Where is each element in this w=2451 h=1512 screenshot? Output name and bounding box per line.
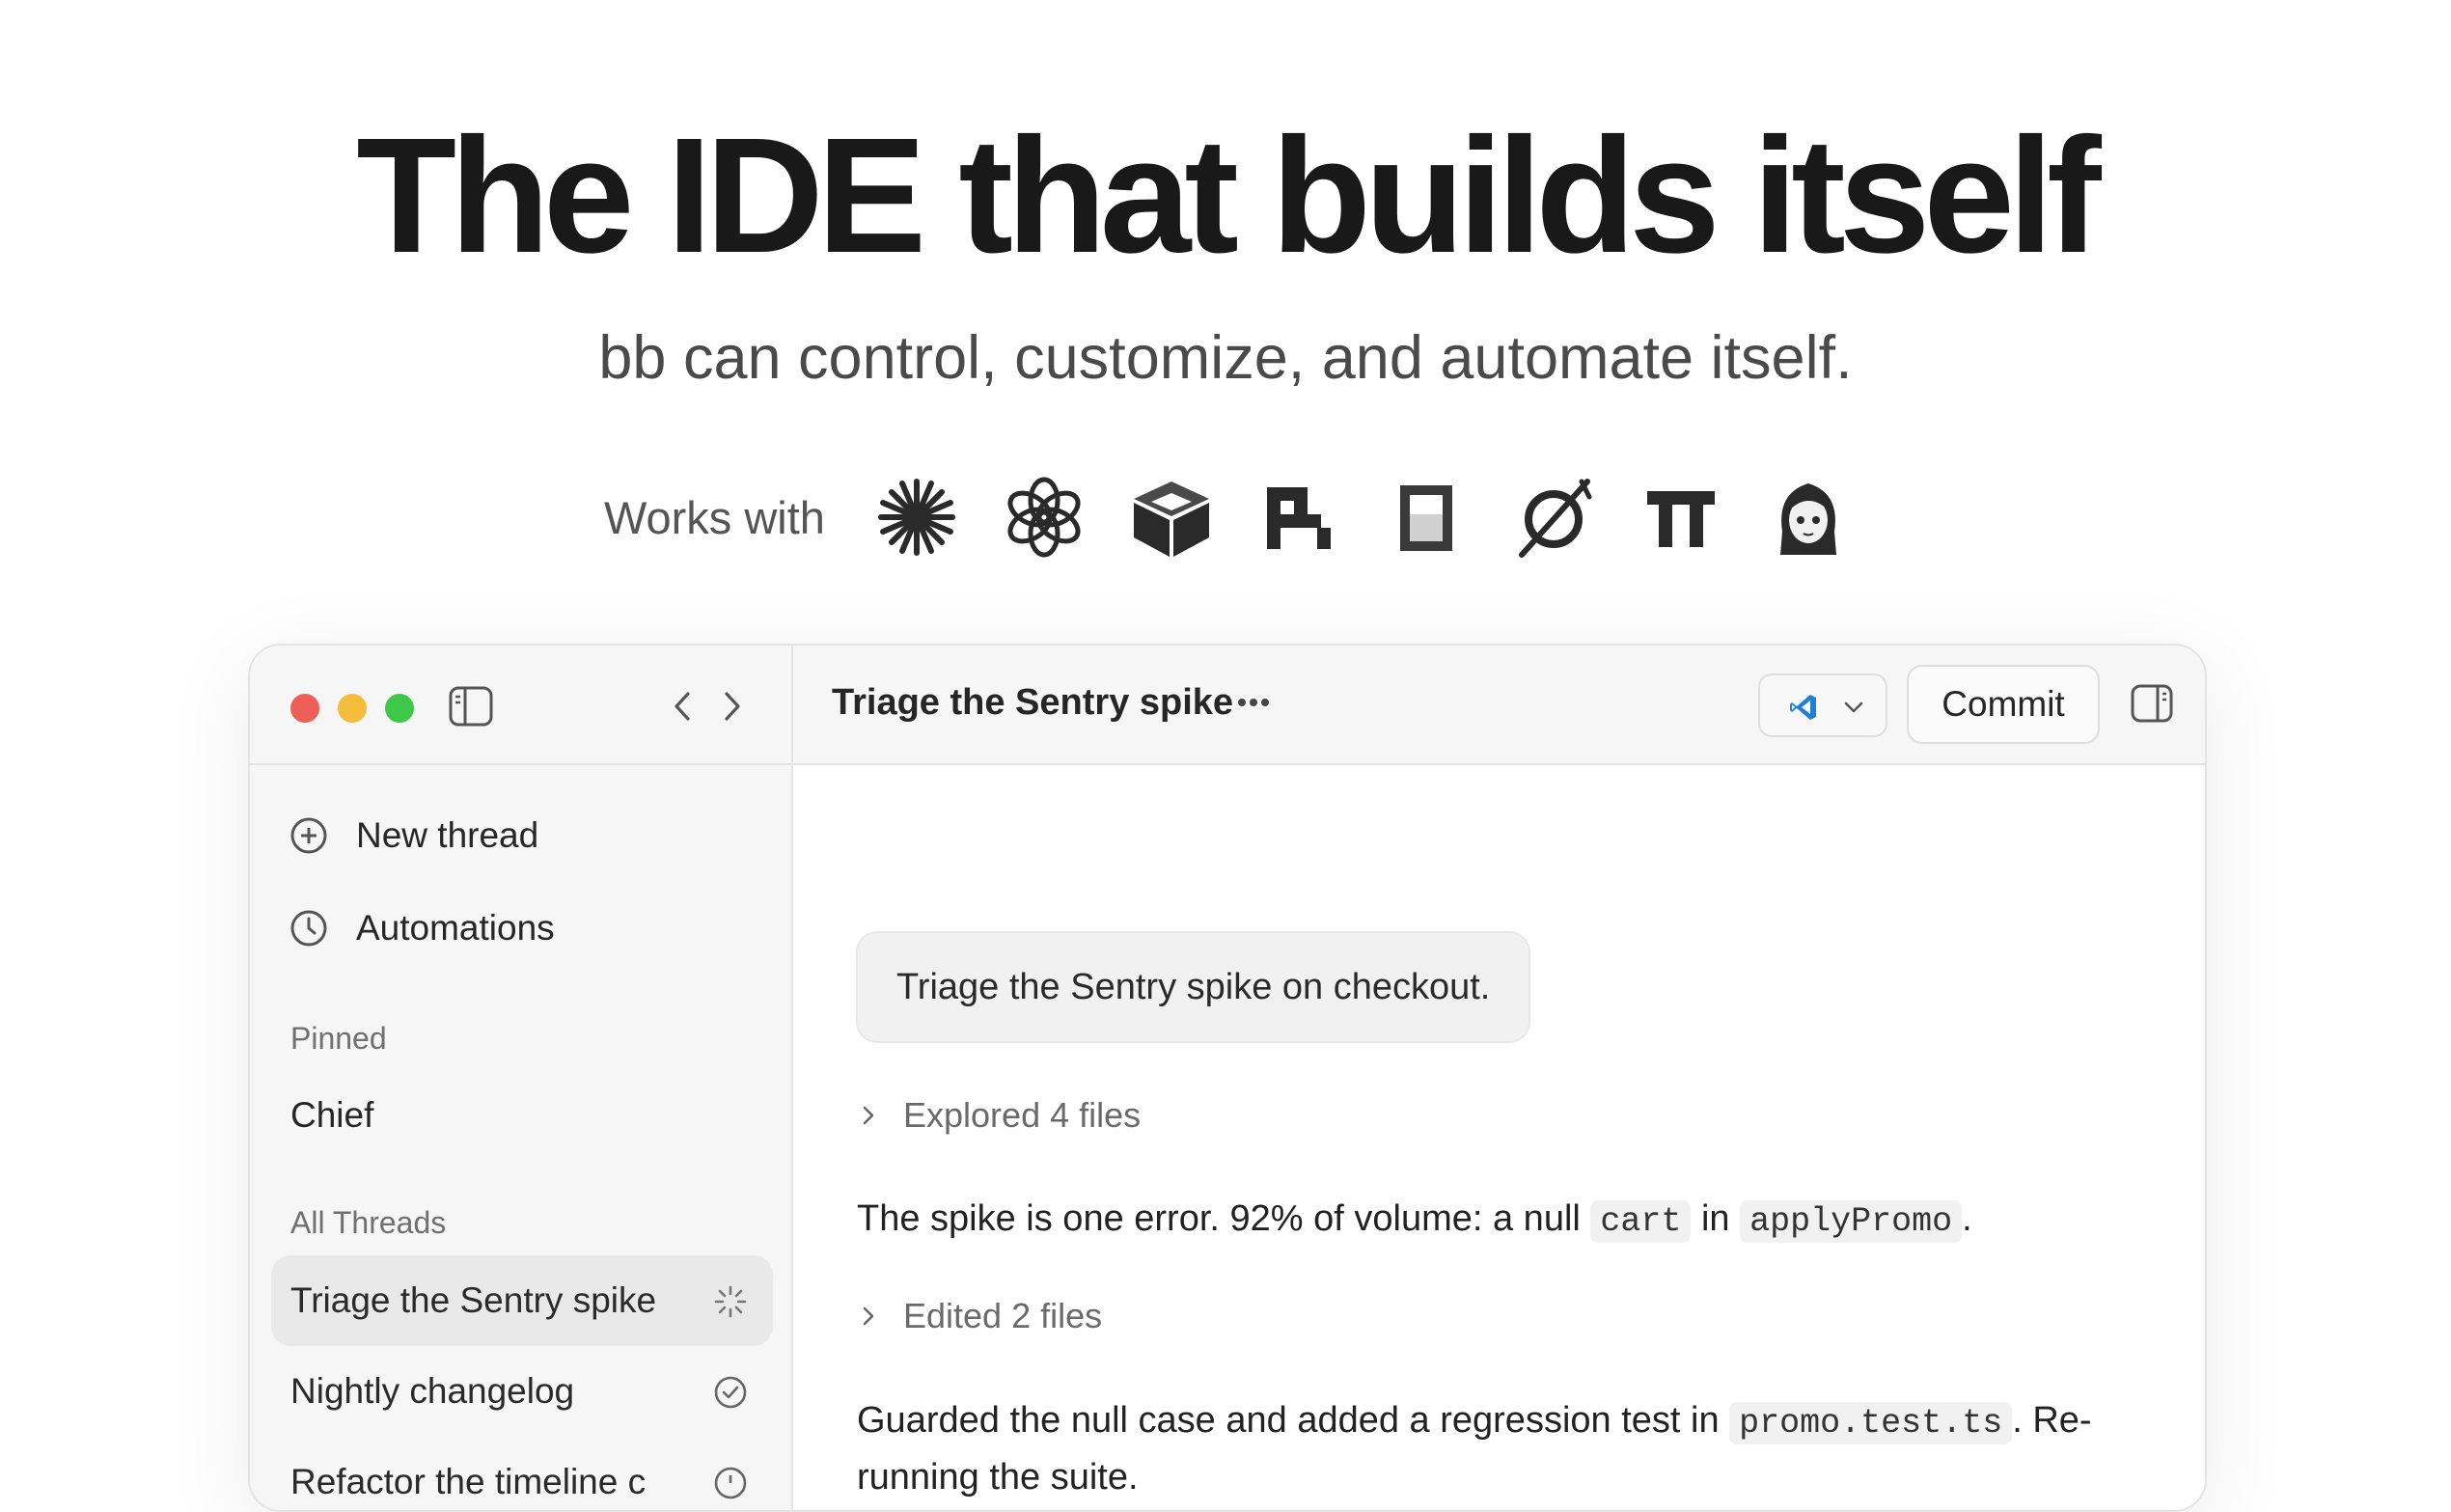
works-with-row: Works with [604,469,1892,565]
inline-code: cart [1590,1200,1692,1243]
inline-code: promo.test.ts [1729,1402,2013,1444]
inline-code: applyPromo [1740,1200,1963,1243]
thread-item-label: Refactor the timeline c [290,1462,647,1501]
main-topbar: Triage the Sentry spike Commit [793,646,2205,765]
square-logo-icon [1383,474,1470,561]
edited-files-step[interactable]: Edited 2 files [861,1296,1102,1336]
hero-subtitle: bb can control, customize, and automate … [598,324,1853,392]
conversation-panel: Triage the Sentry spike on checkout. Exp… [793,765,2205,1510]
claude-logo-icon [873,474,960,561]
chevron-right-icon [863,1306,874,1326]
spinner-icon [714,1285,747,1318]
anime-avatar-logo-icon [1765,474,1852,561]
explored-files-label: Explored 4 files [903,1095,1142,1135]
open-in-editor-dropdown[interactable] [1758,674,1887,737]
pi-logo-icon [1638,474,1724,561]
thread-item-nightly[interactable]: Nightly changelog [271,1346,773,1437]
thread-item-triage[interactable]: Triage the Sentry spike [271,1255,773,1346]
sidebar: New thread Automations Pinned Chief All … [250,646,793,1510]
clock-icon [290,910,327,947]
sidebar-titlebar [250,646,791,765]
minimize-window-button[interactable] [338,694,367,723]
close-window-button[interactable] [290,694,319,723]
works-with-label: Works with [604,491,825,543]
all-threads-section-label: All Threads [290,1205,447,1240]
thread-item-label: Nightly changelog [290,1371,575,1411]
slash-circle-logo-icon [1510,474,1597,561]
chevron-down-icon [1844,701,1863,713]
chevron-right-icon [863,1106,874,1125]
explored-files-step[interactable]: Explored 4 files [861,1095,1141,1136]
right-panel-toggle-icon[interactable] [2131,684,2173,728]
new-thread-button[interactable]: New thread [289,815,538,856]
cube-logo-icon [1128,474,1215,561]
zoom-window-button[interactable] [385,694,414,723]
more-options-icon[interactable] [1237,696,1270,713]
check-circle-icon [714,1376,747,1409]
thread-title: Triage the Sentry spike [832,682,1234,723]
assistant-message-2: Guarded the null case and added a regres… [857,1393,2140,1504]
thread-item-refactor[interactable]: Refactor the timeline c [271,1437,773,1510]
automations-button[interactable]: Automations [289,908,555,948]
pixel-logo-icon [1255,474,1342,561]
edited-files-label: Edited 2 files [903,1296,1103,1335]
message-text: Guarded the null case and added a regres… [857,1400,1720,1441]
assistant-message-1: The spike is one error. 92% of volume: a… [857,1192,2140,1249]
thread-item-label: Triage the Sentry spike [290,1280,657,1320]
hero-title: The IDE that builds itself [356,104,2101,288]
app-window: New thread Automations Pinned Chief All … [248,644,2207,1512]
new-thread-label: New thread [356,815,539,855]
pinned-section-label: Pinned [290,1021,387,1056]
message-text: . [1962,1198,1972,1239]
vscode-icon [1790,695,1816,720]
status-circle-icon [714,1467,747,1499]
message-text: The spike is one error. 92% of volume: a… [857,1198,1581,1239]
openai-logo-icon [1001,474,1088,561]
user-message-text: Triage the Sentry spike on checkout. [896,966,1491,1007]
pinned-item-chief[interactable]: Chief [290,1095,373,1136]
user-message-bubble: Triage the Sentry spike on checkout. [856,931,1531,1043]
forward-chevron-icon[interactable] [721,690,744,723]
sidebar-toggle-icon[interactable] [449,686,493,727]
back-chevron-icon[interactable] [671,690,694,723]
plus-circle-icon [290,817,327,854]
message-text: in [1700,1198,1730,1239]
automations-label: Automations [356,908,555,948]
commit-button[interactable]: Commit [1907,665,2100,744]
